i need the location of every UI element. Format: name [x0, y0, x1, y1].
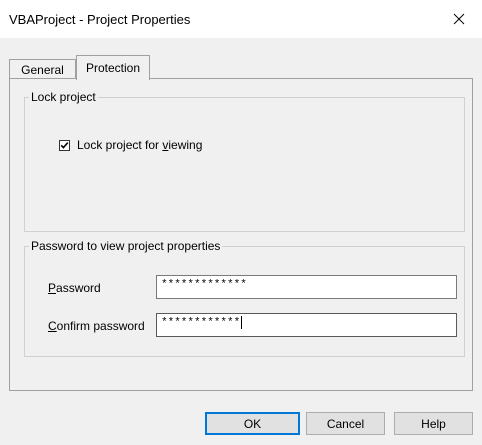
project-properties-dialog: VBAProject - Project Properties General …	[0, 0, 482, 445]
confirm-password-input[interactable]: ************	[156, 313, 457, 337]
ok-button[interactable]: OK	[205, 412, 300, 435]
close-icon	[453, 13, 465, 25]
confirm-password-label: Confirm password	[48, 319, 145, 333]
tab-protection-label: Protection	[85, 61, 141, 75]
tab-general[interactable]: General	[9, 59, 76, 79]
password-input[interactable]: *************	[156, 275, 457, 299]
tab-protection[interactable]: Protection	[76, 55, 150, 80]
tab-general-label: General	[21, 62, 64, 77]
close-button[interactable]	[436, 0, 482, 38]
window-title: VBAProject - Project Properties	[9, 12, 191, 27]
cancel-button[interactable]: Cancel	[306, 412, 385, 435]
lock-project-group: Lock project	[24, 90, 465, 232]
lock-for-viewing-checkbox-row[interactable]: Lock project for viewing	[59, 138, 202, 152]
checkmark-icon	[60, 141, 69, 149]
lock-for-viewing-label: Lock project for viewing	[77, 138, 203, 152]
password-value: *************	[161, 279, 247, 291]
help-button[interactable]: Help	[394, 412, 473, 435]
text-caret	[241, 315, 243, 329]
lock-project-legend: Lock project	[29, 90, 98, 104]
password-group: Password to view project properties	[24, 239, 465, 357]
password-group-legend: Password to view project properties	[29, 239, 223, 253]
confirm-password-value: ************	[161, 317, 241, 329]
password-label: Password	[48, 281, 101, 295]
title-bar[interactable]: VBAProject - Project Properties	[0, 0, 482, 38]
lock-for-viewing-checkbox[interactable]	[59, 139, 70, 151]
